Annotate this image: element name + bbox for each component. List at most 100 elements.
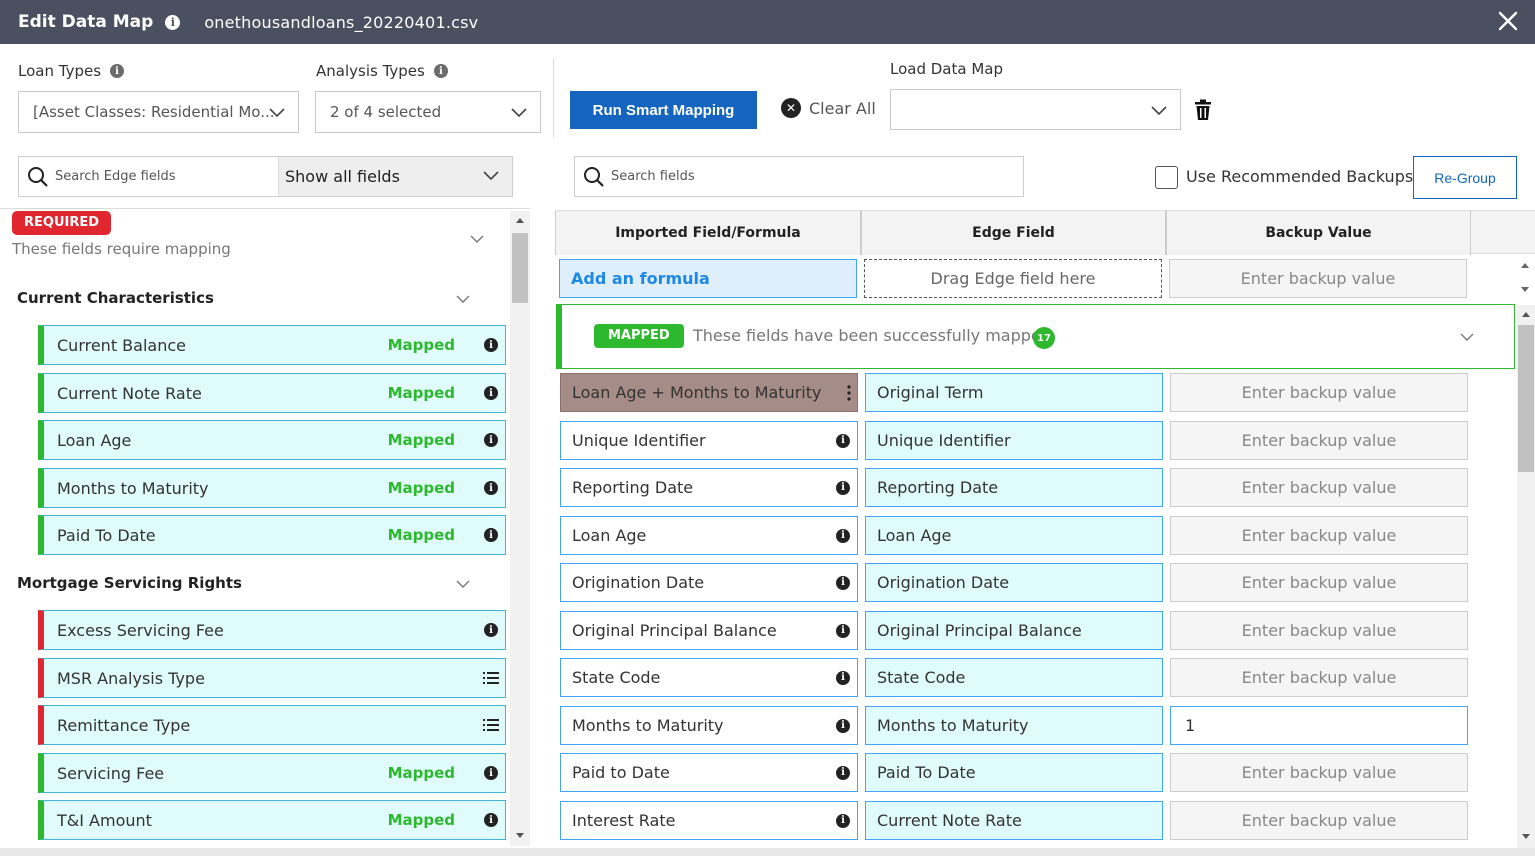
backup-value-input[interactable]: 1 [1170, 706, 1468, 745]
imported-field-cell[interactable]: Reporting Date i [560, 468, 858, 507]
scroll-up-icon[interactable] [1521, 310, 1531, 318]
imported-field-cell[interactable]: Original Principal Balance i [560, 611, 858, 650]
imported-field-cell[interactable]: State Code i [560, 658, 858, 697]
add-formula-button[interactable]: Add an formula [559, 259, 857, 298]
backup-value-input[interactable]: Enter backup value [1170, 516, 1468, 555]
info-icon[interactable]: i [836, 528, 850, 543]
info-icon[interactable]: i [836, 575, 850, 590]
edge-field-item[interactable]: Paid To Date Mapped i [38, 515, 506, 555]
imported-field-cell[interactable]: Unique Identifier i [560, 421, 858, 460]
info-icon[interactable]: i [484, 338, 498, 352]
backup-value-input[interactable]: Enter backup value [1169, 259, 1467, 298]
edge-field-cell[interactable]: Unique Identifier [865, 421, 1163, 460]
chevron-down-icon [269, 108, 285, 118]
edge-field-item[interactable]: Current Balance Mapped i [38, 325, 506, 365]
left-scrollbar[interactable] [510, 211, 530, 846]
loan-types-select[interactable]: [Asset Classes: Residential Mo... [18, 91, 299, 133]
scrollbar-thumb[interactable] [1518, 325, 1534, 472]
edge-field-cell[interactable]: Original Principal Balance [865, 611, 1163, 650]
mapped-group[interactable]: MAPPED These fields have been successful… [556, 304, 1515, 369]
backup-value-input[interactable]: Enter backup value [1170, 753, 1468, 792]
imported-field-cell[interactable]: Origination Date i [560, 563, 858, 602]
horizontal-scrollbar[interactable] [0, 848, 1535, 856]
edge-field-cell[interactable]: Current Note Rate [865, 801, 1163, 840]
edge-field-label: Origination Date [877, 573, 1010, 592]
load-data-map-select[interactable] [890, 89, 1181, 130]
edge-fields-search-input[interactable]: Search Edge fields [19, 157, 279, 196]
info-icon[interactable]: i [836, 433, 850, 448]
info-icon[interactable]: i [484, 813, 498, 827]
scrollbar-thumb[interactable] [512, 233, 528, 303]
chevron-down-icon[interactable] [456, 293, 470, 305]
backup-value-input[interactable]: Enter backup value [1170, 421, 1468, 460]
edge-field-cell[interactable]: Original Term [865, 373, 1163, 412]
info-icon[interactable]: i [836, 670, 850, 685]
use-recommended-backups-checkbox[interactable] [1155, 166, 1178, 189]
backup-value-input[interactable]: Enter backup value [1170, 611, 1468, 650]
scroll-up-icon[interactable] [515, 216, 525, 224]
drag-edge-field-dropzone[interactable]: Drag Edge field here [864, 259, 1162, 298]
scroll-down-icon[interactable] [515, 832, 525, 840]
chevron-down-icon[interactable] [1460, 331, 1474, 343]
imported-field-cell[interactable]: Months to Maturity i [560, 706, 858, 745]
info-icon[interactable]: i [110, 64, 125, 78]
edge-field-item[interactable]: Excess Servicing Fee i [38, 610, 506, 650]
info-icon[interactable]: i [836, 480, 850, 495]
edge-field-cell[interactable]: State Code [865, 658, 1163, 697]
edge-field-item[interactable]: T&I Amount Mapped i [38, 800, 506, 840]
edge-field-item[interactable]: Remittance Type [38, 705, 506, 745]
imported-field-cell[interactable]: Interest Rate i [560, 801, 858, 840]
edge-field-item[interactable]: MSR Analysis Type [38, 658, 506, 698]
edge-field-cell[interactable]: Origination Date [865, 563, 1163, 602]
backup-value-input[interactable]: Enter backup value [1170, 658, 1468, 697]
edge-field-item[interactable]: Months to Maturity Mapped i [38, 468, 506, 508]
edge-field-label: State Code [877, 668, 966, 687]
show-fields-filter[interactable]: Show all fields [279, 157, 512, 196]
column-header-backup[interactable]: Backup Value [1166, 211, 1471, 255]
chevron-down-icon[interactable] [470, 233, 484, 245]
right-scrollbar[interactable] [1517, 305, 1535, 848]
more-options-icon[interactable] [847, 385, 851, 401]
close-icon[interactable] [1497, 10, 1519, 32]
edge-field-item[interactable]: Loan Age Mapped i [38, 420, 506, 460]
edge-field-cell[interactable]: Loan Age [865, 516, 1163, 555]
regroup-button[interactable]: Re-Group [1413, 156, 1517, 199]
info-icon[interactable]: i [484, 623, 498, 637]
edge-field-item[interactable]: Current Note Rate Mapped i [38, 373, 506, 413]
section-title: Current Characteristics [17, 289, 214, 307]
fields-search-input[interactable]: Search fields [574, 156, 1024, 197]
list-icon[interactable] [483, 718, 499, 732]
edge-field-cell[interactable]: Months to Maturity [865, 706, 1163, 745]
info-icon[interactable]: i [836, 623, 850, 638]
analysis-types-select[interactable]: 2 of 4 selected [315, 91, 541, 133]
run-smart-mapping-button[interactable]: Run Smart Mapping [570, 91, 757, 129]
imported-field-cell[interactable]: Loan Age + Months to Maturity [560, 373, 858, 412]
info-icon[interactable]: i [836, 765, 850, 780]
column-header-edge[interactable]: Edge Field [861, 211, 1166, 255]
scroll-down-icon[interactable] [1521, 833, 1531, 841]
backup-value-input[interactable]: Enter backup value [1170, 373, 1468, 412]
edge-field-cell[interactable]: Paid To Date [865, 753, 1163, 792]
list-icon[interactable] [483, 671, 499, 685]
backup-value-input[interactable]: Enter backup value [1170, 468, 1468, 507]
info-icon[interactable]: i [484, 386, 498, 400]
trash-icon[interactable] [1193, 99, 1213, 121]
info-icon[interactable]: i [484, 481, 498, 495]
edge-field-cell[interactable]: Reporting Date [865, 468, 1163, 507]
info-icon[interactable]: i [836, 813, 850, 828]
info-icon[interactable]: i [484, 766, 498, 780]
imported-field-cell[interactable]: Loan Age i [560, 516, 858, 555]
edge-field-item[interactable]: Servicing Fee Mapped i [38, 753, 506, 793]
info-icon[interactable]: i [165, 14, 181, 30]
info-icon[interactable]: i [433, 64, 448, 78]
info-icon[interactable]: i [484, 528, 498, 542]
backup-value-input[interactable]: Enter backup value [1170, 563, 1468, 602]
info-icon[interactable]: i [836, 718, 850, 733]
column-header-imported[interactable]: Imported Field/Formula [555, 211, 861, 255]
clear-all-button[interactable]: ✕ Clear All [781, 98, 876, 118]
imported-field-cell[interactable]: Paid to Date i [560, 753, 858, 792]
chevron-down-icon[interactable] [456, 578, 470, 590]
backup-value-input[interactable]: Enter backup value [1170, 801, 1468, 840]
mini-scroll-arrows[interactable] [1518, 256, 1532, 298]
info-icon[interactable]: i [484, 433, 498, 447]
